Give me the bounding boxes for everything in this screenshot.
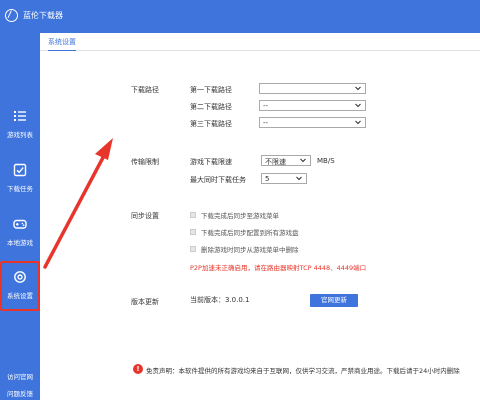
chevron-down-icon — [300, 158, 306, 163]
warning-icon: ! — [133, 364, 143, 374]
disclaimer-container: 免责声明：本软件提供的所有游戏均来自于互联网，仅供学习交流，严禁商业用途。下载后… — [146, 365, 480, 375]
sync-option-3-checkbox[interactable] — [190, 246, 196, 252]
chevron-down-icon — [355, 120, 361, 125]
sidebar-item-label: 本地游戏 — [7, 239, 33, 247]
current-version: 当前版本：3.0.0.1 — [190, 296, 250, 304]
disclaimer-text: 免责声明：本软件提供的所有游戏均来自于互联网，仅供学习交流，严禁商业用途。下载后… — [146, 367, 460, 375]
chevron-down-icon — [355, 86, 361, 91]
visit-website-link[interactable]: 访问官网 — [0, 371, 40, 381]
gamepad-icon — [13, 219, 27, 229]
app-title: 蓝伦下载器 — [23, 11, 63, 20]
speed-limit-label: 游戏下载限速 — [190, 158, 232, 166]
feedback-link[interactable]: 问题反馈 — [0, 388, 40, 398]
speed-limit-select[interactable]: 不限速 — [261, 155, 311, 166]
list-icon — [14, 111, 26, 121]
max-tasks-select[interactable]: 5 — [261, 173, 307, 184]
sync-section-label: 同步设置 — [131, 212, 159, 220]
path-2-select[interactable]: -- — [259, 100, 366, 111]
path-1-label: 第一下载路径 — [190, 86, 232, 94]
path-3-select[interactable]: -- — [259, 117, 366, 128]
sync-option-1-label: 下载完成后同步至游戏菜单 — [201, 212, 279, 220]
gear-icon — [14, 271, 26, 283]
tab-system-settings[interactable]: 系统设置 — [48, 37, 76, 51]
settings-panel: 系统设置 下载路径 第一下载路径 第二下载路径 -- 第三下载路径 -- 传输限… — [40, 33, 480, 400]
sidebar-item-download-tasks[interactable]: 下载任务 — [0, 163, 40, 193]
p2p-warning: P2P加速未正确启用，请在路由器映射TCP 4448、4449端口 — [190, 264, 367, 272]
sidebar-item-label: 游戏列表 — [7, 131, 33, 139]
path-2-label: 第二下载路径 — [190, 103, 232, 111]
sync-option-3-label: 删除游戏时同步从游戏菜单中删除 — [201, 246, 299, 254]
sidebar-item-label: 系统设置 — [7, 292, 33, 300]
speed-unit: MB/S — [317, 157, 335, 165]
path-3-label: 第三下载路径 — [190, 120, 232, 128]
checkbox-icon — [13, 163, 27, 177]
chevron-down-icon — [296, 176, 302, 181]
path-1-select[interactable] — [259, 83, 366, 94]
tab-bar: 系统设置 — [40, 33, 480, 51]
chevron-down-icon — [355, 103, 361, 108]
version-section-label: 版本更新 — [131, 298, 159, 306]
sync-option-2-checkbox[interactable] — [190, 229, 196, 235]
sidebar-item-game-list[interactable]: 游戏列表 — [0, 109, 40, 139]
max-tasks-value: 5 — [265, 175, 270, 183]
title-bar: 蓝伦下载器 — [0, 0, 480, 33]
path-3-value: -- — [263, 119, 269, 127]
transfer-section-label: 传输限制 — [131, 158, 159, 166]
sync-option-2-label: 下载完成后同步配置到所有游戏盘 — [201, 229, 299, 237]
path-2-value: -- — [263, 102, 269, 110]
sidebar-item-system-settings[interactable]: 系统设置 — [0, 261, 40, 311]
speed-limit-value: 不限速 — [265, 158, 286, 166]
update-button[interactable]: 官网更新 — [310, 294, 358, 307]
max-tasks-label: 最大同时下载任务 — [190, 176, 246, 184]
sync-option-1-checkbox[interactable] — [190, 212, 196, 218]
sidebar-item-label: 下载任务 — [7, 185, 33, 193]
sidebar-item-local-games[interactable]: 本地游戏 — [0, 217, 40, 247]
app-logo-icon — [5, 9, 18, 22]
sidebar: 游戏列表 下载任务 本地游戏 系统设置 访问官网 问题反馈 — [0, 33, 40, 400]
download-path-section-label: 下载路径 — [131, 86, 159, 94]
